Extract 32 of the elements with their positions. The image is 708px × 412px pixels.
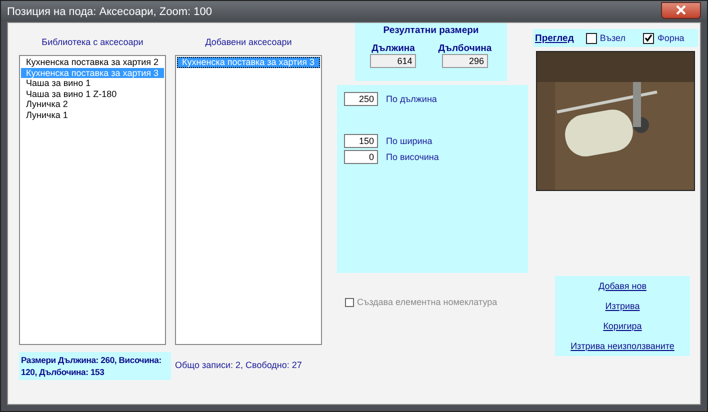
list-item[interactable]: Луничка 2 bbox=[21, 99, 164, 110]
list-item[interactable]: Чаша за вино 1 bbox=[21, 78, 164, 88]
list-label: Библиотека с аксесоари bbox=[40, 37, 144, 49]
list-label: Добавени аксесоари bbox=[204, 37, 293, 49]
close-icon bbox=[675, 5, 687, 15]
close-button[interactable] bbox=[661, 2, 701, 18]
field-label: Дълбочина bbox=[438, 43, 492, 54]
offset-field[interactable]: 150 bbox=[344, 134, 378, 148]
records-summary: Общо записи: 2, Свободно: 27 bbox=[175, 360, 303, 370]
list-item[interactable]: Луничка 1 bbox=[21, 110, 164, 120]
offset-field[interactable]: 250 bbox=[344, 92, 378, 106]
results-title: Резултатни размери bbox=[383, 25, 479, 36]
offset-field[interactable]: 0 bbox=[344, 150, 378, 164]
dimensions-summary: Размери Дължина: 260, Височина: 120, Дълбочина: 153 bbox=[19, 352, 171, 380]
action-link[interactable]: Добавя нов bbox=[598, 281, 646, 291]
action-link[interactable]: Изтрива неизползваните bbox=[570, 341, 674, 351]
preview-link[interactable]: Преглед bbox=[535, 32, 574, 44]
window-title: Позиция на пода: Аксесоари, Zoom: 100 bbox=[7, 6, 212, 18]
field-label: По височина bbox=[386, 152, 439, 162]
result-field[interactable]: 614 bbox=[370, 54, 416, 68]
library-list[interactable]: Кухненска поставка за хартия 2 Кухненска поставка за хартия 3 Чаша за вино 1 Чаша за вино 1 Z-180 Луничка 2 Луничка 1 bbox=[19, 55, 166, 345]
list-item[interactable]: Чаша за вино 1 Z-180 bbox=[21, 88, 164, 99]
field-label: Дължина bbox=[372, 43, 415, 54]
list-item[interactable]: Кухненска поставка за хартия 2 bbox=[21, 57, 164, 68]
check-icon bbox=[644, 33, 654, 43]
preview-checkbox[interactable]: Форна bbox=[643, 32, 684, 44]
result-field[interactable]: 296 bbox=[442, 54, 488, 68]
field-label: По дължина bbox=[386, 94, 437, 104]
field-label: По ширина bbox=[386, 136, 432, 146]
preview-checkbox[interactable]: Възел bbox=[586, 32, 626, 44]
action-link[interactable]: Изтрива bbox=[605, 301, 640, 311]
action-link[interactable]: Коригира bbox=[603, 321, 642, 331]
